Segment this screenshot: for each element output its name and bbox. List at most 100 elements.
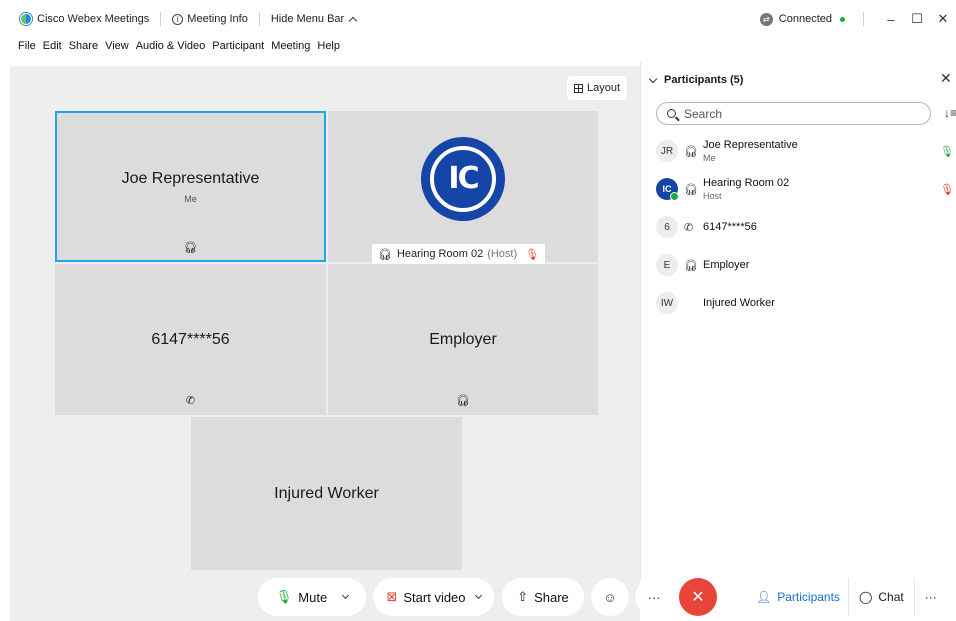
layout-button[interactable]: Layout bbox=[567, 76, 627, 100]
chat-button[interactable]: ◯ Chat bbox=[849, 578, 915, 616]
mute-label: Mute bbox=[298, 589, 328, 605]
app-title: Cisco Webex Meetings bbox=[37, 13, 150, 25]
video-tile-joe[interactable]: Joe Representative Me 🎧︎ bbox=[55, 111, 326, 262]
meeting-info-button[interactable]: i Meeting Info bbox=[172, 13, 248, 25]
close-panel-button[interactable]: ✕ bbox=[940, 70, 956, 87]
participant-name: Hearing Room 02 bbox=[703, 177, 790, 189]
phone-icon: ✆ bbox=[185, 395, 196, 407]
participant-sub: Me bbox=[703, 153, 716, 163]
sort-icon[interactable]: ↓≡ bbox=[944, 106, 956, 120]
info-icon: i bbox=[172, 13, 184, 25]
video-off-icon: ⊠ bbox=[386, 589, 398, 604]
leave-meeting-button[interactable]: ✕ bbox=[679, 578, 717, 616]
host-avatar: IC bbox=[421, 136, 505, 221]
tile-sub: Me bbox=[184, 193, 197, 204]
list-item[interactable]: E 🎧︎ Employer bbox=[641, 246, 956, 284]
avatar: 6 bbox=[656, 216, 678, 238]
menu-participant[interactable]: Participant bbox=[212, 40, 264, 60]
headset-audio-icon: 🎧︎ bbox=[183, 242, 198, 254]
participant-sub: Host bbox=[703, 191, 722, 201]
participants-header[interactable]: Participants (5) bbox=[648, 74, 744, 86]
video-tile-injured-worker[interactable]: Injured Worker bbox=[191, 417, 462, 570]
headset-audio-icon: 🎧︎ bbox=[684, 145, 698, 158]
mic-muted-icon: 🎙︎ bbox=[525, 248, 540, 261]
participants-label: Participants bbox=[777, 590, 840, 604]
layout-label: Layout bbox=[586, 82, 621, 94]
list-item[interactable]: IC 🎧︎ Hearing Room 02 Host 🎙︎ bbox=[641, 170, 956, 208]
host-tag-name: Hearing Room 02 bbox=[396, 248, 484, 260]
list-item[interactable]: JR 🎧︎ Joe Representative Me 🎙︎ bbox=[641, 132, 956, 170]
participants-icon: 👤︎ bbox=[756, 590, 772, 604]
chevron-down-icon[interactable] bbox=[342, 591, 350, 600]
chevron-up-icon bbox=[348, 16, 358, 25]
close-icon: ✕ bbox=[691, 589, 705, 606]
title-right: ⇄ Connected – ☐ ✕ bbox=[759, 0, 956, 38]
headset-audio-icon: 🎧︎ bbox=[684, 259, 698, 272]
video-tile-hearing-room[interactable]: IC 🎧︎ Hearing Room 02 (Host) 🎙︎ bbox=[328, 111, 598, 264]
participant-text: Injured Worker bbox=[703, 297, 775, 309]
mic-muted-icon: 🎙︎ bbox=[940, 183, 954, 196]
list-item[interactable]: IW Injured Worker bbox=[641, 284, 956, 322]
participants-title: Participants (5) bbox=[664, 74, 744, 86]
maximize-button[interactable]: ☐ bbox=[904, 9, 930, 29]
menu-edit[interactable]: Edit bbox=[43, 40, 62, 60]
hide-menu-bar-label: Hide Menu Bar bbox=[270, 13, 345, 25]
share-button[interactable]: ⇧ Share bbox=[502, 578, 584, 616]
menu-help[interactable]: Help bbox=[317, 40, 340, 60]
chat-label: Chat bbox=[878, 590, 904, 604]
panel-more-button[interactable]: ··· bbox=[915, 590, 947, 604]
menu-meeting[interactable]: Meeting bbox=[271, 40, 310, 60]
meeting-info-label: Meeting Info bbox=[187, 13, 248, 25]
close-window-button[interactable]: ✕ bbox=[930, 9, 956, 29]
title-separator bbox=[160, 12, 162, 26]
list-item[interactable]: 6 ✆ 6147****56 bbox=[641, 208, 956, 246]
microphone-icon: 🎙︎ bbox=[275, 589, 293, 604]
connection-status: Connected bbox=[778, 13, 832, 25]
host-initials: IC bbox=[430, 145, 496, 212]
menu-view[interactable]: View bbox=[105, 40, 129, 60]
avatar: IC bbox=[656, 178, 679, 201]
participants-button[interactable]: 👤︎ Participants bbox=[748, 578, 849, 616]
tile-name: Joe Representative bbox=[121, 169, 260, 187]
grid-layout-icon bbox=[573, 83, 583, 93]
participant-text: Hearing Room 02 Host bbox=[703, 177, 789, 201]
chevron-down-icon bbox=[648, 74, 658, 83]
host-tag-role: (Host) bbox=[487, 248, 518, 260]
menu-share[interactable]: Share bbox=[69, 40, 98, 60]
reactions-button[interactable]: ☺ bbox=[591, 578, 629, 616]
search-input[interactable]: Search bbox=[656, 102, 931, 125]
avatar: JR bbox=[656, 140, 678, 162]
share-icon: ⇧ bbox=[517, 589, 529, 604]
host-name-tag: 🎧︎ Hearing Room 02 (Host) 🎙︎ bbox=[372, 244, 546, 264]
menu-bar: File Edit Share View Audio & Video Parti… bbox=[0, 40, 347, 60]
panel-toolbar: 👤︎ Participants ◯ Chat ··· bbox=[748, 578, 956, 616]
menu-audio-video[interactable]: Audio & Video bbox=[136, 40, 206, 60]
webex-logo-icon bbox=[20, 13, 32, 25]
tile-name: 6147****56 bbox=[151, 330, 230, 348]
title-separator bbox=[863, 12, 864, 26]
participant-name: 6147****56 bbox=[703, 221, 757, 233]
menu-file[interactable]: File bbox=[18, 40, 36, 60]
minimize-button[interactable]: – bbox=[878, 9, 904, 29]
video-tile-phone[interactable]: 6147****56 ✆ bbox=[55, 264, 326, 415]
more-icon: ··· bbox=[647, 589, 661, 605]
more-options-button[interactable]: ··· bbox=[635, 578, 673, 616]
smiley-icon: ☺ bbox=[603, 589, 617, 605]
mic-on-icon: 🎙︎ bbox=[940, 145, 954, 158]
search-placeholder: Search bbox=[684, 106, 723, 121]
video-tile-employer[interactable]: Employer 🎧︎ bbox=[328, 264, 598, 415]
headset-audio-icon: 🎧︎ bbox=[684, 183, 698, 196]
participant-name: Employer bbox=[703, 259, 750, 271]
chevron-down-icon[interactable] bbox=[474, 591, 482, 600]
hide-menu-bar-button[interactable]: Hide Menu Bar bbox=[270, 13, 358, 25]
mute-button[interactable]: 🎙︎ Mute bbox=[258, 578, 366, 616]
participant-text: Joe Representative Me bbox=[703, 139, 798, 163]
participant-name: Joe Representative bbox=[703, 139, 798, 151]
tile-name: Injured Worker bbox=[274, 484, 379, 502]
start-video-button[interactable]: ⊠ Start video bbox=[373, 578, 494, 616]
tile-name: Employer bbox=[429, 330, 497, 348]
participants-panel: Participants (5) ✕ Search ↓≡ JR 🎧︎ Joe R… bbox=[640, 62, 956, 580]
chat-icon: ◯ bbox=[858, 590, 873, 604]
connected-dot-icon bbox=[840, 16, 845, 22]
connection-icon: ⇄ bbox=[759, 12, 773, 26]
